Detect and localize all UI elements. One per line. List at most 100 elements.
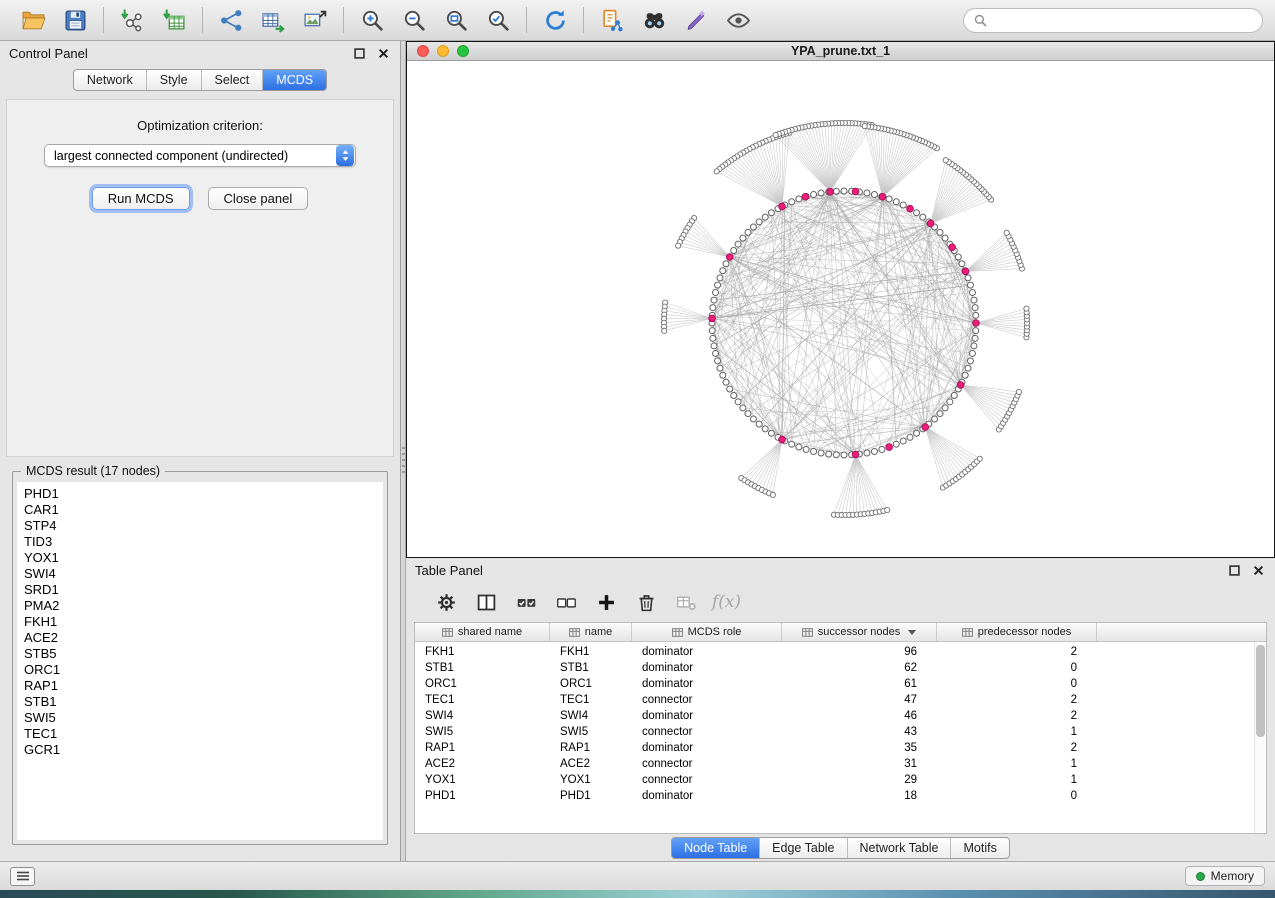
zoom-out-button[interactable] xyxy=(393,3,435,37)
column-header-predecessor-nodes[interactable]: predecessor nodes xyxy=(937,623,1097,641)
node-table-body: FKH1FKH1dominator962STB1STB1dominator620… xyxy=(415,642,1266,804)
delete-table-button[interactable] xyxy=(668,587,705,617)
create-column-button[interactable] xyxy=(588,587,625,617)
mcds-result-item[interactable]: FKH1 xyxy=(24,614,383,630)
deselect-all-columns-button[interactable] xyxy=(548,587,585,617)
close-window-button[interactable] xyxy=(417,45,429,57)
search-input[interactable] xyxy=(993,12,1252,28)
table-cell: ORC1 xyxy=(415,678,550,690)
mcds-result-item[interactable]: RAP1 xyxy=(24,678,383,694)
maximize-window-button[interactable] xyxy=(457,45,469,57)
open-file-button[interactable] xyxy=(12,3,54,37)
column-header-shared-name[interactable]: shared name xyxy=(415,623,550,641)
table-row[interactable]: SWI5SWI5connector431 xyxy=(415,724,1266,740)
mcds-result-item[interactable]: YOX1 xyxy=(24,550,383,566)
scrollbar-thumb[interactable] xyxy=(1256,645,1265,737)
tab-motifs[interactable]: Motifs xyxy=(951,838,1008,858)
apply-layout-button[interactable] xyxy=(534,3,576,37)
import-network-button[interactable] xyxy=(111,3,153,37)
mcds-result-item[interactable]: GCR1 xyxy=(24,742,383,758)
zoom-selected-button[interactable] xyxy=(477,3,519,37)
function-builder-button[interactable]: f(x) xyxy=(708,587,745,617)
zoom-in-button[interactable] xyxy=(351,3,393,37)
import-table-button[interactable] xyxy=(153,3,195,37)
table-cell: 2 xyxy=(937,694,1097,706)
mcds-result-item[interactable]: PMA2 xyxy=(24,598,383,614)
export-image-button[interactable] xyxy=(294,3,336,37)
mcds-result-item[interactable]: SRD1 xyxy=(24,582,383,598)
table-row[interactable]: FKH1FKH1dominator962 xyxy=(415,644,1266,660)
dropdown-stepper-icon xyxy=(336,145,354,166)
find-button[interactable] xyxy=(633,3,675,37)
table-row[interactable]: STB1STB1dominator620 xyxy=(415,660,1266,676)
save-session-button[interactable] xyxy=(54,3,96,37)
close-table-panel-button[interactable] xyxy=(1251,563,1266,578)
zoom-fit-icon xyxy=(444,8,469,33)
list-icon xyxy=(16,871,30,881)
network-canvas[interactable] xyxy=(407,61,1274,557)
mcds-result-item[interactable]: TID3 xyxy=(24,534,383,550)
table-row[interactable]: ACE2ACE2connector311 xyxy=(415,756,1266,772)
table-row[interactable]: YOX1YOX1connector291 xyxy=(415,772,1266,788)
delete-column-button[interactable] xyxy=(628,587,665,617)
table-settings-button[interactable] xyxy=(428,587,465,617)
table-cell: ORC1 xyxy=(550,678,632,690)
network-graph[interactable] xyxy=(407,61,1274,557)
float-panel-button[interactable] xyxy=(352,46,367,61)
table-scrollbar[interactable] xyxy=(1254,642,1266,833)
column-header-mcds-role[interactable]: MCDS role xyxy=(632,623,782,641)
select-all-columns-button[interactable] xyxy=(508,587,545,617)
mcds-result-item[interactable]: ORC1 xyxy=(24,662,383,678)
minimize-window-button[interactable] xyxy=(437,45,449,57)
vertical-splitter[interactable] xyxy=(401,41,406,861)
tab-network-table[interactable]: Network Table xyxy=(848,838,952,858)
mcds-result-item[interactable]: STB1 xyxy=(24,694,383,710)
search-field[interactable] xyxy=(963,8,1263,33)
table-row[interactable]: SWI4SWI4dominator462 xyxy=(415,708,1266,724)
export-table-button[interactable] xyxy=(252,3,294,37)
network-window-titlebar[interactable]: YPA_prune.txt_1 xyxy=(407,42,1274,61)
mcds-result-item[interactable]: STP4 xyxy=(24,518,383,534)
mcds-result-item[interactable]: SWI4 xyxy=(24,566,383,582)
tab-node-table[interactable]: Node Table xyxy=(672,838,760,858)
table-cell: ACE2 xyxy=(550,758,632,770)
mcds-result-list[interactable]: PHD1CAR1STP4TID3YOX1SWI4SRD1PMA2FKH1ACE2… xyxy=(17,482,383,840)
trash-icon xyxy=(636,592,657,613)
mcds-result-item[interactable]: CAR1 xyxy=(24,502,383,518)
run-mcds-button[interactable]: Run MCDS xyxy=(92,187,190,210)
save-icon xyxy=(63,8,88,33)
main-area: Control Panel Network Style Select MCDS … xyxy=(0,41,1275,861)
export-network-button[interactable] xyxy=(210,3,252,37)
table-cell: ACE2 xyxy=(415,758,550,770)
zoom-fit-button[interactable] xyxy=(435,3,477,37)
style-wand-button[interactable] xyxy=(675,3,717,37)
table-row[interactable]: RAP1RAP1dominator352 xyxy=(415,740,1266,756)
mcds-result-item[interactable]: STB5 xyxy=(24,646,383,662)
toggle-visibility-button[interactable] xyxy=(717,3,759,37)
mcds-result-item[interactable]: TEC1 xyxy=(24,726,383,742)
close-mcds-panel-button[interactable]: Close panel xyxy=(208,187,309,210)
desktop-wallpaper-strip xyxy=(0,890,1275,898)
column-header-name[interactable]: name xyxy=(550,623,632,641)
close-panel-button[interactable] xyxy=(376,46,391,61)
table-row[interactable]: PHD1PHD1dominator180 xyxy=(415,788,1266,804)
mcds-result-item[interactable]: SWI5 xyxy=(24,710,383,726)
mcds-result-item[interactable]: ACE2 xyxy=(24,630,383,646)
tab-network[interactable]: Network xyxy=(74,70,147,90)
table-row[interactable]: TEC1TEC1connector472 xyxy=(415,692,1266,708)
tab-edge-table[interactable]: Edge Table xyxy=(760,838,847,858)
tab-select[interactable]: Select xyxy=(202,70,264,90)
float-table-panel-button[interactable] xyxy=(1227,563,1242,578)
node-table: shared name name MCDS role successo xyxy=(414,622,1267,834)
task-history-button[interactable] xyxy=(10,867,35,886)
memory-button[interactable]: Memory xyxy=(1185,866,1265,886)
tab-mcds[interactable]: MCDS xyxy=(263,70,326,90)
fx-label: f(x) xyxy=(706,592,747,612)
criterion-dropdown[interactable]: largest connected component (undirected) xyxy=(44,144,356,167)
tab-style[interactable]: Style xyxy=(147,70,202,90)
export-webpage-button[interactable] xyxy=(591,3,633,37)
show-columns-button[interactable] xyxy=(468,587,505,617)
table-row[interactable]: ORC1ORC1dominator610 xyxy=(415,676,1266,692)
column-header-successor-nodes[interactable]: successor nodes xyxy=(782,623,937,641)
mcds-result-item[interactable]: PHD1 xyxy=(24,486,383,502)
